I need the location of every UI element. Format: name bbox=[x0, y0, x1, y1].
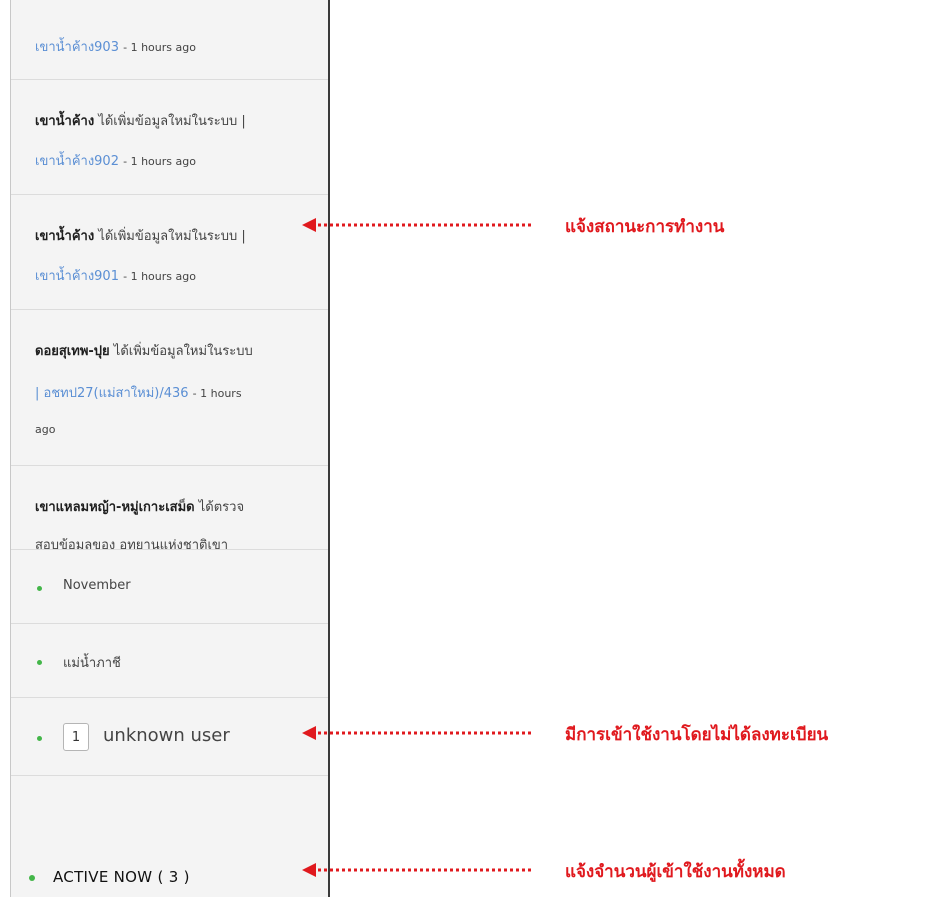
activity-panel: ▔▔▔▔▔▔▔▔▔▔▔▔▔ เขาน้ำค้าง903 - 1 hours ag… bbox=[10, 0, 330, 897]
annotation-total-users: แจ้งจำนวนผู้เข้าใช้งานทั้งหมด bbox=[300, 860, 900, 882]
feed-item-time: - 1 hours ago bbox=[123, 155, 196, 168]
feed-item-link[interactable]: อชทป27(แม่สาใหม่)/436 bbox=[44, 386, 189, 401]
arrow-left-icon bbox=[302, 726, 532, 740]
online-dot-icon bbox=[37, 586, 42, 591]
feed-item-name[interactable]: เขาแหลมหญ้า-หมู่เกาะเสม็ด bbox=[35, 500, 195, 515]
feed-item: ดอยสุเทพ-ปุย ได้เพิ่มข้อมูลใหม่ในระบบ | … bbox=[11, 310, 328, 466]
feed-item-time: - 1 hours bbox=[192, 387, 242, 400]
unknown-user-item[interactable]: 1 unknown user bbox=[11, 698, 328, 776]
unknown-user-count-badge: 1 bbox=[63, 723, 89, 751]
annotation-unregistered-access: มีการเข้าใช้งานโดยไม่ได้ลงทะเบียน bbox=[300, 723, 920, 745]
feed-item-time: - 1 hours ago bbox=[123, 270, 196, 283]
feed-item-desc: ได้เพิ่มข้อมูลใหม่ในระบบ | bbox=[98, 114, 246, 129]
feed-item-desc: ได้เพิ่มข้อมูลใหม่ในระบบ | bbox=[98, 229, 246, 244]
online-dot-icon bbox=[37, 660, 42, 665]
arrow-left-icon bbox=[302, 863, 532, 877]
list-item-label: November bbox=[63, 578, 131, 593]
feed-item-time: - 1 hours ago bbox=[123, 41, 196, 54]
annotation-text: แจ้งสถานะการทำงาน bbox=[565, 217, 725, 237]
annotation-work-status: แจ้งสถานะการทำงาน bbox=[300, 215, 900, 237]
feed-item-name[interactable]: ดอยสุเทพ-ปุย bbox=[35, 344, 110, 359]
arrow-left-icon bbox=[302, 218, 532, 232]
annotation-text: มีการเข้าใช้งานโดยไม่ได้ลงทะเบียน bbox=[565, 725, 829, 745]
feed-item-time-cont: ago bbox=[35, 423, 56, 436]
feed-item-desc-cont: สอบข้อมูลของ อุทยานแห่งชาติเขา bbox=[35, 538, 229, 550]
feed-item-link-prefix: | bbox=[35, 386, 40, 401]
online-dot-icon bbox=[29, 875, 35, 881]
feed-item: เขาแหลมหญ้า-หมู่เกาะเสม็ด ได้ตรวจ สอบข้อ… bbox=[11, 466, 328, 550]
feed-item-link[interactable]: เขาน้ำค้าง901 bbox=[35, 269, 119, 284]
unknown-user-label: unknown user bbox=[103, 725, 230, 746]
online-dot-icon bbox=[37, 736, 42, 741]
feed-item: เขาน้ำค้าง ได้เพิ่มข้อมูลใหม่ในระบบ | เข… bbox=[11, 80, 328, 195]
feed-item-desc: ได้ตรวจ bbox=[198, 500, 245, 515]
active-now-footer[interactable]: ACTIVE NOW ( 3 ) bbox=[11, 852, 328, 897]
list-item-label: แม่น้ำภาชี bbox=[63, 656, 121, 671]
feed-item: ▔▔▔▔▔▔▔▔▔▔▔▔▔ เขาน้ำค้าง903 - 1 hours ag… bbox=[11, 0, 328, 80]
active-now-label: ACTIVE NOW ( 3 ) bbox=[53, 868, 190, 886]
feed-item-link[interactable]: เขาน้ำค้าง903 bbox=[35, 40, 119, 55]
feed-item-desc: ได้เพิ่มข้อมูลใหม่ในระบบ bbox=[113, 344, 253, 359]
feed-item: เขาน้ำค้าง ได้เพิ่มข้อมูลใหม่ในระบบ | เข… bbox=[11, 195, 328, 310]
annotation-text: แจ้งจำนวนผู้เข้าใช้งานทั้งหมด bbox=[565, 862, 786, 882]
clipped-text: ▔▔▔▔▔▔▔▔▔▔▔▔▔ bbox=[35, 0, 165, 6]
feed-item-name[interactable]: เขาน้ำค้าง bbox=[35, 114, 94, 129]
list-item[interactable]: November bbox=[11, 550, 328, 624]
feed-item-link[interactable]: เขาน้ำค้าง902 bbox=[35, 154, 119, 169]
list-item[interactable]: แม่น้ำภาชี bbox=[11, 624, 328, 698]
feed-item-name[interactable]: เขาน้ำค้าง bbox=[35, 229, 94, 244]
